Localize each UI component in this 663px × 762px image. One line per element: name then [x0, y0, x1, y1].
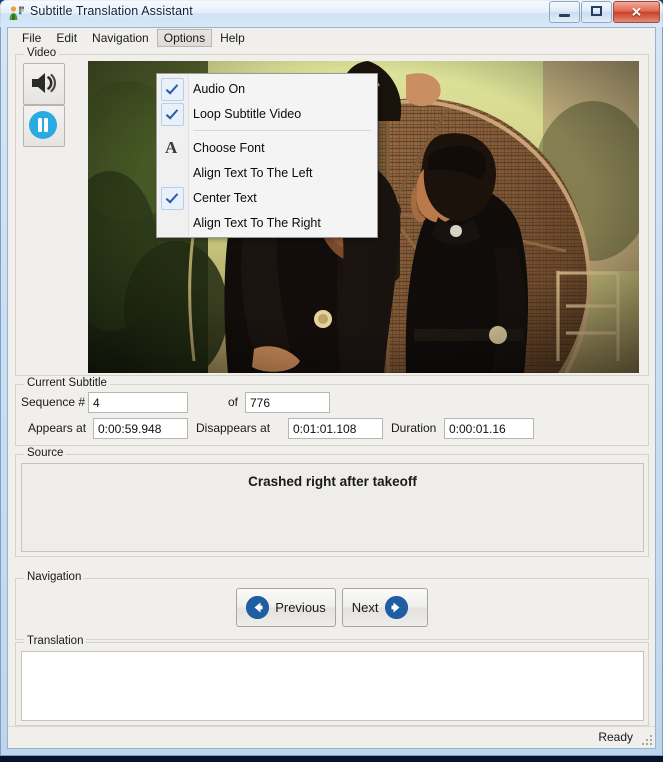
pause-icon: [29, 111, 57, 139]
navigation-buttons: Previous Next: [16, 588, 648, 627]
checkmark-icon: [161, 187, 184, 210]
desktop-background: Subtitle Translation Assistant ✕ File Ed…: [0, 0, 663, 762]
navigation-group-label: Navigation: [24, 571, 85, 583]
menu-navigation[interactable]: Navigation: [85, 29, 156, 47]
next-button[interactable]: Next: [341, 588, 428, 627]
next-button-label: Next: [351, 600, 379, 615]
duration-input[interactable]: [444, 418, 534, 439]
source-subtitle-text: Crashed right after takeoff: [248, 474, 417, 489]
window-title: Subtitle Translation Assistant: [30, 4, 193, 18]
minimize-button[interactable]: [549, 1, 580, 23]
disappears-at-label: Disappears at: [196, 421, 271, 435]
checkmark-icon: [161, 78, 184, 101]
app-person-icon: [9, 6, 24, 20]
previous-button-label: Previous: [275, 600, 326, 615]
menu-item-label: Loop Subtitle Video: [193, 106, 302, 121]
title-bar[interactable]: Subtitle Translation Assistant ✕: [0, 0, 663, 27]
menu-edit[interactable]: Edit: [49, 29, 84, 47]
minimize-icon: [559, 14, 570, 17]
previous-button[interactable]: Previous: [236, 588, 336, 627]
menu-item-label: Audio On: [193, 81, 246, 96]
status-bar: Ready: [8, 726, 655, 748]
application-window: Subtitle Translation Assistant ✕ File Ed…: [0, 0, 663, 756]
close-icon: ✕: [631, 4, 642, 20]
maximize-button[interactable]: [581, 1, 612, 23]
menu-item-label: Choose Font: [193, 140, 265, 155]
client-area: File Edit Navigation Options Help Video: [7, 27, 656, 749]
menu-item-label: Align Text To The Left: [193, 165, 313, 180]
translation-group: Translation: [15, 635, 649, 726]
checkmark-icon: [161, 103, 184, 126]
menu-bar: File Edit Navigation Options Help: [8, 28, 655, 48]
options-dropdown-menu: Audio On Loop Subtitle Video A Choose Fo…: [156, 73, 378, 238]
window-controls: ✕: [548, 1, 660, 23]
appears-at-label: Appears at: [28, 421, 87, 435]
menu-item-align-text-left[interactable]: Align Text To The Left: [157, 160, 377, 185]
speaker-icon: [32, 73, 56, 93]
status-text: Ready: [598, 730, 633, 744]
menu-item-label: Center Text: [193, 190, 257, 205]
of-label: of: [228, 395, 239, 409]
menu-file[interactable]: File: [15, 29, 48, 47]
current-subtitle-group-label: Current Subtitle: [24, 377, 110, 389]
menu-item-label: Align Text To The Right: [193, 215, 321, 230]
audio-toggle-button[interactable]: [23, 63, 65, 105]
menu-item-choose-font[interactable]: A Choose Font: [157, 135, 377, 160]
source-textbox[interactable]: Crashed right after takeoff: [21, 463, 644, 552]
menu-separator: [193, 130, 371, 131]
pause-button[interactable]: [23, 105, 65, 147]
menu-item-align-text-right[interactable]: Align Text To The Right: [157, 210, 377, 235]
sequence-input[interactable]: [88, 392, 188, 413]
duration-label: Duration: [391, 421, 437, 435]
disappears-at-input[interactable]: [288, 418, 383, 439]
font-letter-icon: A: [165, 138, 178, 157]
source-group-label: Source: [24, 447, 67, 459]
arrow-left-icon: [246, 596, 270, 619]
menu-help[interactable]: Help: [213, 29, 252, 47]
menu-item-center-text[interactable]: Center Text: [157, 185, 377, 210]
navigation-group: Navigation Previous Next: [15, 571, 649, 640]
appears-at-input[interactable]: [93, 418, 188, 439]
menu-options[interactable]: Options: [156, 29, 213, 47]
total-count-input[interactable]: [245, 392, 330, 413]
video-group-label: Video: [24, 47, 60, 59]
menu-item-audio-on[interactable]: Audio On: [157, 76, 377, 101]
menu-item-loop-subtitle-video[interactable]: Loop Subtitle Video: [157, 101, 377, 126]
current-subtitle-group: Current Subtitle Sequence # of Appears a…: [15, 377, 649, 446]
translation-group-label: Translation: [24, 635, 87, 647]
arrow-right-icon: [384, 596, 408, 619]
close-button[interactable]: ✕: [613, 1, 660, 23]
sequence-label: Sequence #: [21, 395, 86, 409]
translation-textbox[interactable]: [21, 651, 644, 721]
source-group: Source Crashed right after takeoff: [15, 447, 649, 557]
resize-grip[interactable]: [640, 733, 652, 745]
maximize-icon: [591, 6, 602, 16]
